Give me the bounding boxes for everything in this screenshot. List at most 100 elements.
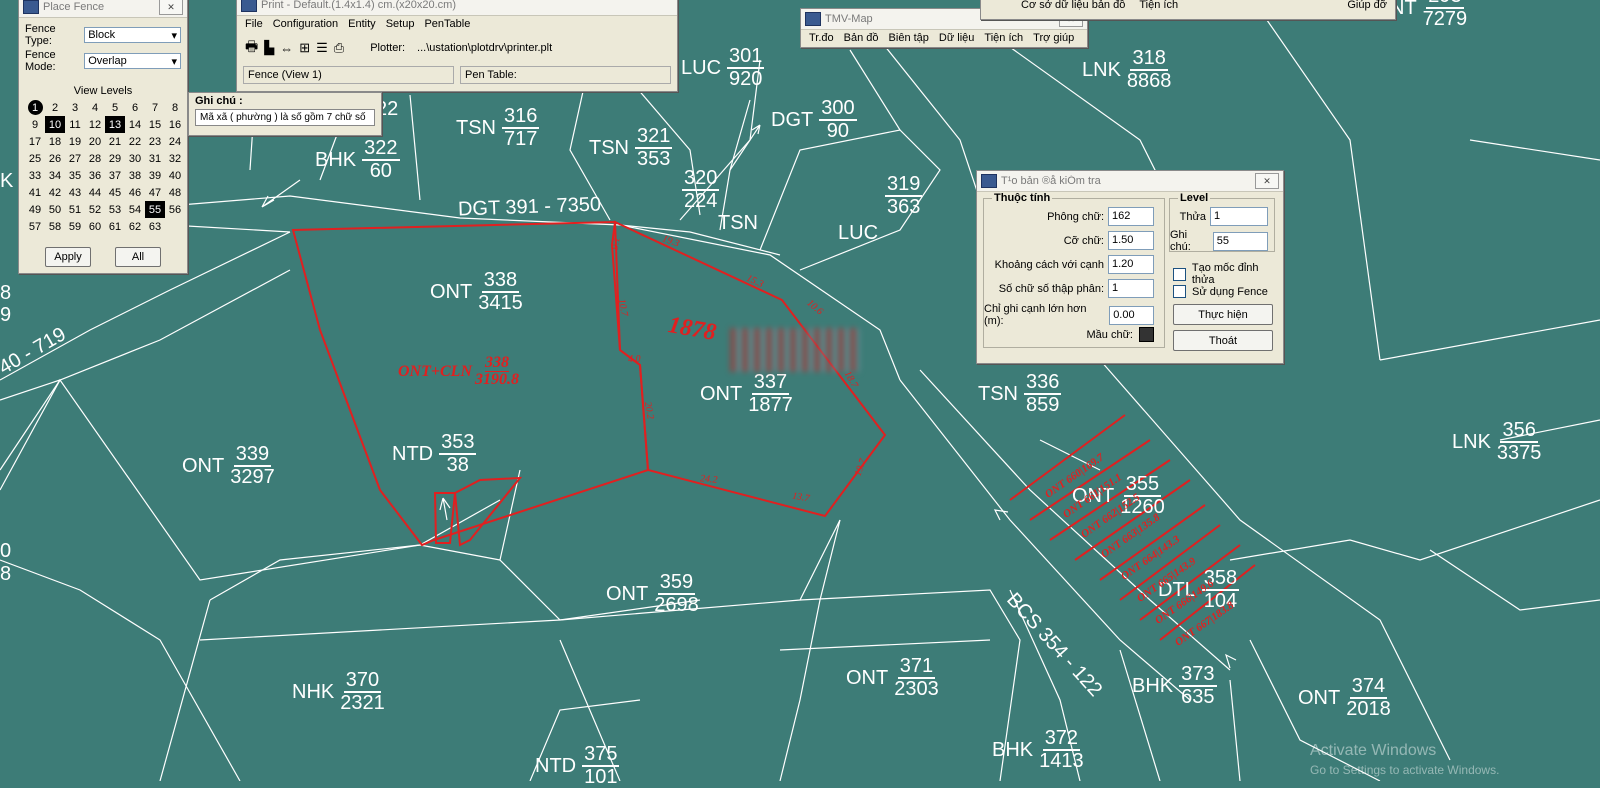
- run-button[interactable]: Thực hiện: [1173, 304, 1273, 325]
- parcel-label-293[interactable]: NT 2937279: [1390, 0, 1467, 30]
- view-level-10[interactable]: 10: [45, 116, 65, 133]
- parcel-label-319[interactable]: 319 363: [885, 174, 923, 218]
- exit-button[interactable]: Thoát: [1173, 330, 1273, 351]
- parcel-label-370[interactable]: NHK 370 2321: [292, 670, 385, 714]
- parcel-label-301[interactable]: LUC 301 920: [681, 46, 765, 90]
- parcel-label-316[interactable]: TSN 316 717: [456, 106, 540, 150]
- menu-item[interactable]: Entity: [348, 18, 376, 30]
- fence-mode-select[interactable]: Overlap ▾: [84, 53, 181, 69]
- view-level-35[interactable]: 35: [65, 167, 85, 184]
- view-level-49[interactable]: 49: [25, 201, 45, 218]
- view-level-38[interactable]: 38: [125, 167, 145, 184]
- view-level-47[interactable]: 47: [145, 184, 165, 201]
- view-level-7[interactable]: 7: [145, 99, 165, 116]
- menu-item[interactable]: PenTable: [424, 18, 470, 30]
- view-level-34[interactable]: 34: [45, 167, 65, 184]
- view-level-2[interactable]: 2: [45, 99, 65, 116]
- view-level-40[interactable]: 40: [165, 167, 185, 184]
- view-level-23[interactable]: 23: [145, 133, 165, 150]
- view-level-4[interactable]: 4: [85, 99, 105, 116]
- view-level-39[interactable]: 39: [145, 167, 165, 184]
- view-level-43[interactable]: 43: [65, 184, 85, 201]
- view-level-19[interactable]: 19: [65, 133, 85, 150]
- view-level-51[interactable]: 51: [65, 201, 85, 218]
- view-level-55[interactable]: 55: [145, 201, 165, 218]
- fence-checkbox[interactable]: [1173, 285, 1186, 298]
- view-level-54[interactable]: 54: [125, 201, 145, 218]
- view-level-3[interactable]: 3: [65, 99, 85, 116]
- print-window[interactable]: Print - Default.(1.4x1.4) cm.(x20x20.cm)…: [236, 0, 678, 92]
- utilities-menu-item[interactable]: Tiện ích: [1139, 0, 1178, 11]
- close-icon[interactable]: ✕: [1255, 173, 1279, 189]
- view-level-18[interactable]: 18: [45, 133, 65, 150]
- menu-item[interactable]: Dữ liệu: [939, 32, 975, 44]
- size-field[interactable]: 1.50: [1108, 231, 1154, 250]
- brush-icon[interactable]: ▙: [264, 40, 274, 56]
- parcel-label-353[interactable]: NTD 353 38: [392, 432, 477, 476]
- parcel-label-375[interactable]: NTD 375 101: [535, 744, 620, 788]
- view-level-58[interactable]: 58: [45, 218, 65, 235]
- apply-button[interactable]: Apply: [45, 247, 91, 267]
- preview-icon[interactable]: ⎙: [334, 40, 344, 56]
- marker-checkbox-row[interactable]: Tạo mốc đỉnh thửa: [1173, 262, 1283, 286]
- view-level-42[interactable]: 42: [45, 184, 65, 201]
- parcel-label-359[interactable]: ONT 359 2698: [606, 572, 699, 616]
- view-level-56[interactable]: 56: [165, 201, 185, 218]
- parcel-label-338[interactable]: ONT 338 3415: [430, 270, 523, 314]
- view-level-26[interactable]: 26: [45, 150, 65, 167]
- menu-item[interactable]: Bản đồ: [844, 32, 879, 44]
- parcel-label-356[interactable]: LNK 356 3375: [1452, 420, 1541, 464]
- parcel-label-300[interactable]: DGT 300 90: [771, 98, 857, 142]
- help-menu-item[interactable]: Giúp đỡ: [1347, 0, 1387, 11]
- distance-field[interactable]: 1.20: [1108, 255, 1154, 274]
- parcel-label-373[interactable]: BHK 373 635: [1132, 664, 1217, 708]
- view-level-48[interactable]: 48: [165, 184, 185, 201]
- view-level-5[interactable]: 5: [105, 99, 125, 116]
- view-level-31[interactable]: 31: [145, 150, 165, 167]
- view-levels-grid[interactable]: 1 2 3 4 5 6 7 8 9 10 11 12 13 14 15 16 17 18 19 20 21 22 23 24 2…: [25, 99, 181, 235]
- text-color-swatch[interactable]: [1139, 327, 1154, 342]
- view-level-32[interactable]: 32: [165, 150, 185, 167]
- label-dialog-titlebar[interactable]: T¹o bản ®å kiÓm tra ✕: [977, 171, 1283, 192]
- view-level-53[interactable]: 53: [105, 201, 125, 218]
- view-level-29[interactable]: 29: [105, 150, 125, 167]
- view-level-13[interactable]: 13: [105, 116, 125, 133]
- parcel-label-320[interactable]: 320 224: [682, 168, 720, 212]
- view-level-27[interactable]: 27: [65, 150, 85, 167]
- menu-item[interactable]: Configuration: [273, 18, 338, 30]
- view-level-15[interactable]: 15: [145, 116, 165, 133]
- fence-checkbox-row[interactable]: Sử dụng Fence: [1173, 285, 1268, 298]
- view-level-62[interactable]: 62: [125, 218, 145, 235]
- menu-item[interactable]: Tr.đo: [809, 32, 834, 44]
- view-level-20[interactable]: 20: [85, 133, 105, 150]
- database-window-fragment[interactable]: Cơ sở dữ liệu bản đồ Tiện ích Giúp đỡ: [980, 0, 1396, 20]
- database-menu-item[interactable]: Cơ sở dữ liệu bản đồ: [1021, 0, 1125, 11]
- view-level-11[interactable]: 11: [65, 116, 85, 133]
- view-level-24[interactable]: 24: [165, 133, 185, 150]
- menu-item[interactable]: Tiện ích: [984, 32, 1023, 44]
- parcel-label-372[interactable]: BHK 372 1413: [992, 728, 1084, 772]
- min-length-field[interactable]: 0.00: [1109, 305, 1154, 325]
- menu-item[interactable]: Trợ giúp: [1033, 32, 1074, 44]
- view-level-16[interactable]: 16: [165, 116, 185, 133]
- view-level-50[interactable]: 50: [45, 201, 65, 218]
- parcel-label-336[interactable]: TSN 336 859: [978, 372, 1062, 416]
- menu-item[interactable]: File: [245, 18, 263, 30]
- parcel-label-318[interactable]: LNK 318 8868: [1082, 48, 1171, 92]
- view-level-52[interactable]: 52: [85, 201, 105, 218]
- parcel-label-321[interactable]: TSN 321 353: [589, 126, 673, 170]
- marker-checkbox[interactable]: [1173, 267, 1186, 281]
- place-fence-window[interactable]: Place Fence ✕ Fence Type: Block ▾ Fence M…: [18, 0, 188, 274]
- view-level-1[interactable]: 1: [27, 100, 43, 115]
- font-field[interactable]: 162: [1108, 207, 1154, 226]
- fence-type-select[interactable]: Block ▾: [84, 27, 181, 43]
- parcel-label-339[interactable]: ONT 339 3297: [182, 444, 275, 488]
- note-level-field[interactable]: 55: [1212, 231, 1268, 251]
- view-level-33[interactable]: 33: [25, 167, 45, 184]
- parcel-label-371[interactable]: ONT 371 2303: [846, 656, 939, 700]
- view-level-30[interactable]: 30: [125, 150, 145, 167]
- view-level-28[interactable]: 28: [85, 150, 105, 167]
- view-level-25[interactable]: 25: [25, 150, 45, 167]
- resize-icon[interactable]: ⇔: [280, 41, 293, 56]
- view-level-12[interactable]: 12: [85, 116, 105, 133]
